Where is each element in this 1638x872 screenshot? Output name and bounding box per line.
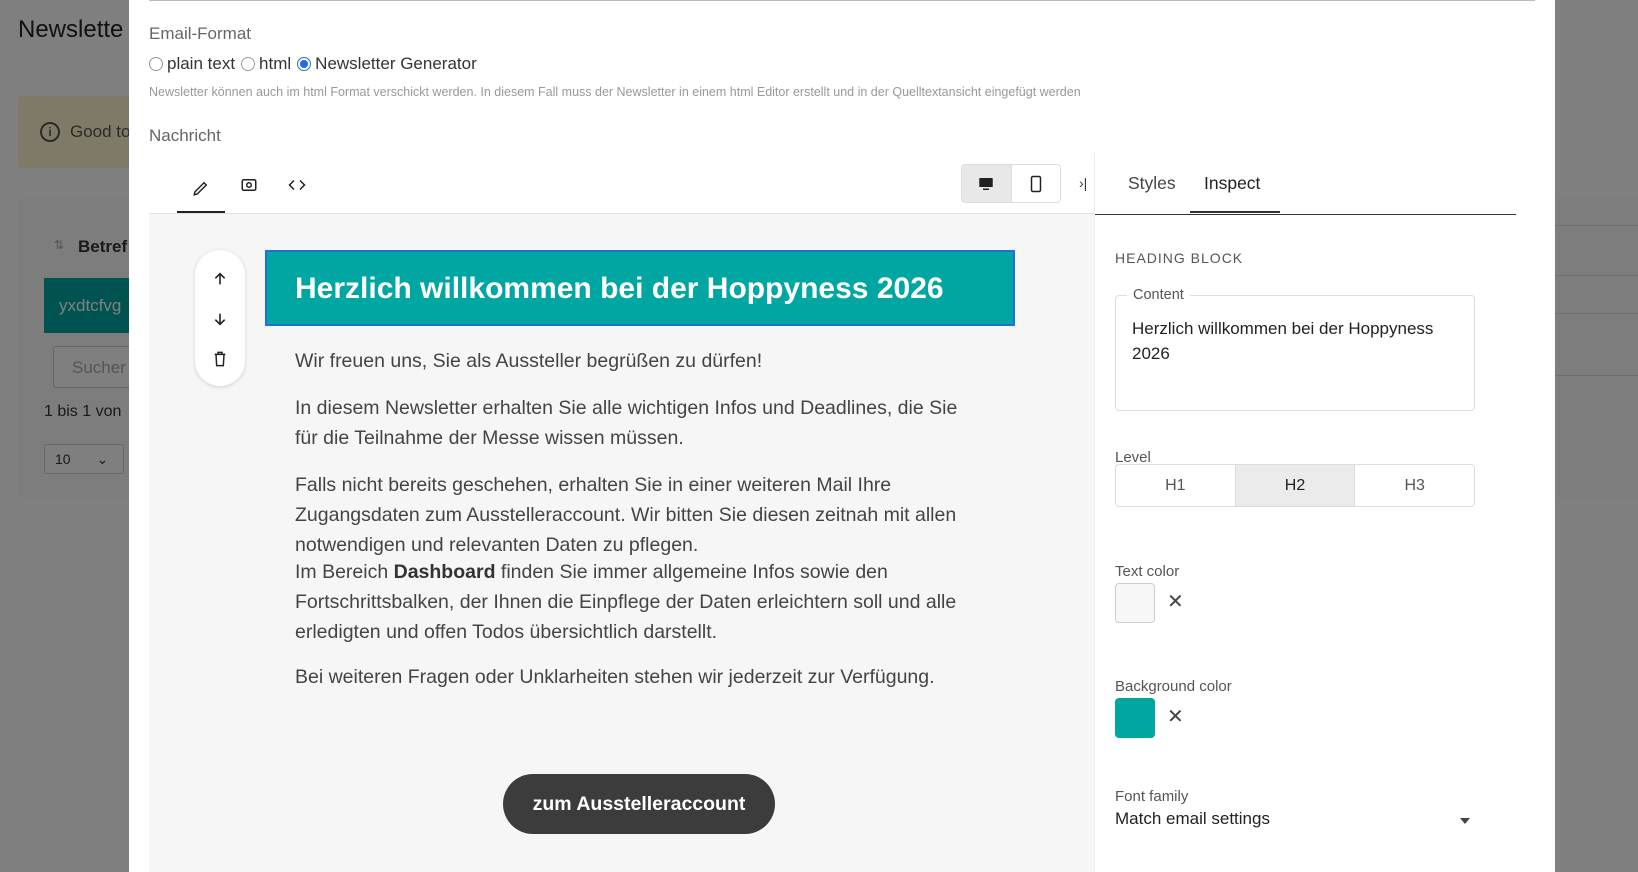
tab-inspect[interactable]: Inspect [1204,173,1260,194]
code-icon [288,179,306,191]
font-family-select[interactable]: Match email settings [1115,809,1475,829]
cta-button[interactable]: zum Ausstelleraccount [503,774,775,834]
clear-text-color-icon[interactable]: ✕ [1167,589,1184,614]
radio-plain-text[interactable] [149,57,163,71]
email-format-label: Email-Format [149,24,252,43]
collapse-panel-icon: ›| [1079,175,1088,191]
edit-mode-button[interactable] [177,165,225,213]
code-mode-button[interactable] [277,165,317,205]
text-color-swatch[interactable] [1115,583,1155,623]
device-toggle [961,164,1061,203]
move-up-button[interactable] [205,264,235,294]
format-label: html [259,54,292,73]
inspector-panel: Styles Inspect HEADING BLOCK Herzlich wi… [1094,153,1516,872]
background-color-swatch[interactable] [1115,698,1155,738]
paragraph-access[interactable]: Falls nicht bereits geschehen, erhalten … [295,470,975,560]
section-title: HEADING BLOCK [1115,250,1244,266]
radio-newsletter-generator[interactable] [297,57,312,71]
pencil-icon [193,181,208,196]
mobile-icon [1030,175,1041,192]
format-label: plain text [167,54,236,73]
font-family-label: Font family [1115,788,1189,805]
divider [149,0,1535,1]
arrow-up-icon [214,272,226,285]
radio-html[interactable] [241,57,256,71]
content-label: Content [1127,287,1190,303]
mobile-view-button[interactable] [1012,165,1061,202]
editor-toolbar: ›| [149,153,1094,214]
message-label: Nachricht [149,126,221,145]
caret-down-icon [1460,818,1470,824]
paragraph-text: Im Bereich [295,561,394,583]
paragraph-dashboard[interactable]: Im Bereich Dashboard finden Sie immer al… [295,557,975,647]
preview-mode-button[interactable] [229,165,269,205]
format-option-newsletter-generator[interactable]: Newsletter Generator [297,54,477,74]
level-h1-button[interactable]: H1 [1116,465,1236,506]
paragraph-welcome[interactable]: Wir freuen uns, Sie als Aussteller begrü… [295,346,975,376]
block-actions [195,250,245,386]
delete-block-button[interactable] [205,344,235,374]
email-editor: ›| Herzlich willkommen bei der Hoppyness… [149,153,1094,872]
background-color-label: Background color [1115,678,1232,695]
clear-background-color-icon[interactable]: ✕ [1167,704,1184,729]
eye-icon [241,179,257,191]
collapse-panel-button[interactable]: ›| [1079,175,1087,191]
active-tab-indicator [1190,211,1280,213]
format-option-html[interactable]: html [241,54,291,74]
level-selector: H1 H2 H3 [1115,464,1475,507]
panel-tabs: Styles Inspect [1095,153,1516,215]
dashboard-bold: Dashboard [393,561,496,583]
email-canvas[interactable]: Herzlich willkommen bei der Hoppyness 20… [149,214,1094,872]
format-option-plain-text[interactable]: plain text [149,54,235,74]
format-label: Newsletter Generator [315,54,477,73]
tab-styles[interactable]: Styles [1128,173,1176,194]
desktop-view-button[interactable] [962,165,1012,202]
content-textarea[interactable]: Herzlich willkommen bei der Hoppyness 20… [1115,295,1475,411]
move-down-button[interactable] [205,304,235,334]
arrow-down-icon [214,313,226,326]
trash-icon [214,351,226,367]
level-h2-button[interactable]: H2 [1235,465,1356,506]
newsletter-modal: Email-Format plain text html Newsletter … [129,0,1555,872]
level-h3-button[interactable]: H3 [1355,465,1474,506]
paragraph-questions[interactable]: Bei weiteren Fragen oder Unklarheiten st… [295,662,995,692]
email-format-options: plain text html Newsletter Generator [149,54,483,74]
paragraph-intro[interactable]: In diesem Newsletter erhalten Sie alle w… [295,393,975,453]
format-hint: Newsletter können auch im html Format ve… [149,85,1081,99]
heading-block[interactable]: Herzlich willkommen bei der Hoppyness 20… [265,250,1015,326]
desktop-icon [979,177,993,190]
text-color-label: Text color [1115,563,1180,580]
